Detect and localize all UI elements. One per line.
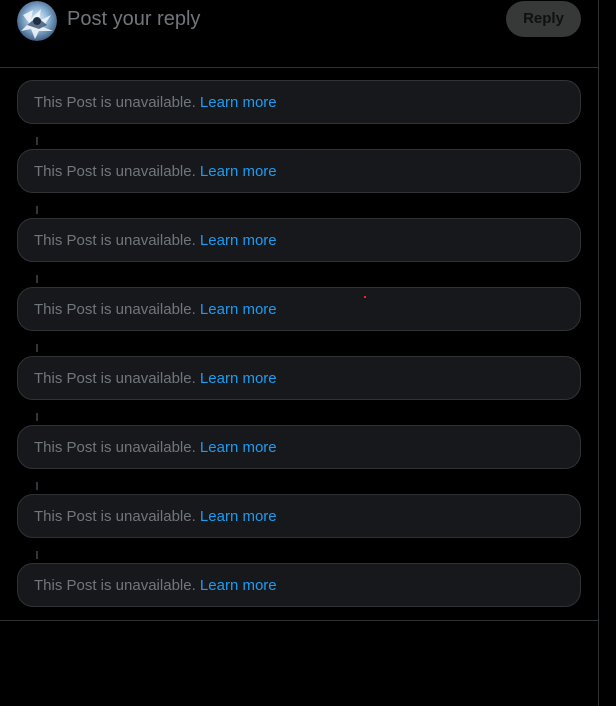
- learn-more-link[interactable]: Learn more: [200, 163, 277, 180]
- thread-connector: [36, 551, 38, 559]
- learn-more-link[interactable]: Learn more: [200, 508, 277, 525]
- learn-more-link[interactable]: Learn more: [200, 439, 277, 456]
- reply-button-label: Reply: [523, 10, 564, 27]
- unavailable-message: This Post is unavailable.: [34, 508, 196, 525]
- unavailable-post-text: This Post is unavailable. Learn more: [34, 232, 277, 250]
- thread-connector: [36, 275, 38, 283]
- unavailable-post-text: This Post is unavailable. Learn more: [34, 439, 277, 457]
- thread-connector: [36, 344, 38, 352]
- unavailable-post-text: This Post is unavailable. Learn more: [34, 94, 277, 112]
- reply-input[interactable]: Post your reply: [67, 8, 200, 30]
- thread-connector: [36, 482, 38, 490]
- unavailable-message: This Post is unavailable.: [34, 232, 196, 249]
- unavailable-post-text: This Post is unavailable. Learn more: [34, 577, 277, 595]
- thread-connector: [36, 137, 38, 145]
- thread-connector: [36, 206, 38, 214]
- unavailable-post-card: This Post is unavailable. Learn more: [17, 287, 581, 331]
- learn-more-link[interactable]: Learn more: [200, 370, 277, 387]
- unavailable-post-card: This Post is unavailable. Learn more: [17, 149, 581, 193]
- reply-button[interactable]: Reply: [506, 1, 581, 37]
- learn-more-link[interactable]: Learn more: [200, 577, 277, 594]
- cursor-artifact: [364, 296, 366, 298]
- unavailable-message: This Post is unavailable.: [34, 370, 196, 387]
- unavailable-message: This Post is unavailable.: [34, 163, 196, 180]
- unavailable-message: This Post is unavailable.: [34, 301, 196, 318]
- unavailable-post-card: This Post is unavailable. Learn more: [17, 356, 581, 400]
- unavailable-message: This Post is unavailable.: [34, 577, 196, 594]
- learn-more-link[interactable]: Learn more: [200, 232, 277, 249]
- unavailable-post-text: This Post is unavailable. Learn more: [34, 301, 277, 319]
- unavailable-post-text: This Post is unavailable. Learn more: [34, 370, 277, 388]
- unavailable-post-card: This Post is unavailable. Learn more: [17, 80, 581, 124]
- unavailable-message: This Post is unavailable.: [34, 439, 196, 456]
- unavailable-message: This Post is unavailable.: [34, 94, 196, 111]
- unavailable-post-card: This Post is unavailable. Learn more: [17, 563, 581, 607]
- unavailable-post-text: This Post is unavailable. Learn more: [34, 163, 277, 181]
- section-divider: [0, 620, 598, 621]
- thread-connector: [36, 413, 38, 421]
- unavailable-post-card: This Post is unavailable. Learn more: [17, 218, 581, 262]
- reply-composer: Post your reply Reply: [0, 0, 598, 68]
- conversation-column: Post your reply Reply This Post is unava…: [0, 0, 599, 706]
- user-avatar-icon[interactable]: [17, 1, 57, 41]
- unavailable-post-card: This Post is unavailable. Learn more: [17, 494, 581, 538]
- unavailable-post-card: This Post is unavailable. Learn more: [17, 425, 581, 469]
- unavailable-post-text: This Post is unavailable. Learn more: [34, 508, 277, 526]
- learn-more-link[interactable]: Learn more: [200, 301, 277, 318]
- learn-more-link[interactable]: Learn more: [200, 94, 277, 111]
